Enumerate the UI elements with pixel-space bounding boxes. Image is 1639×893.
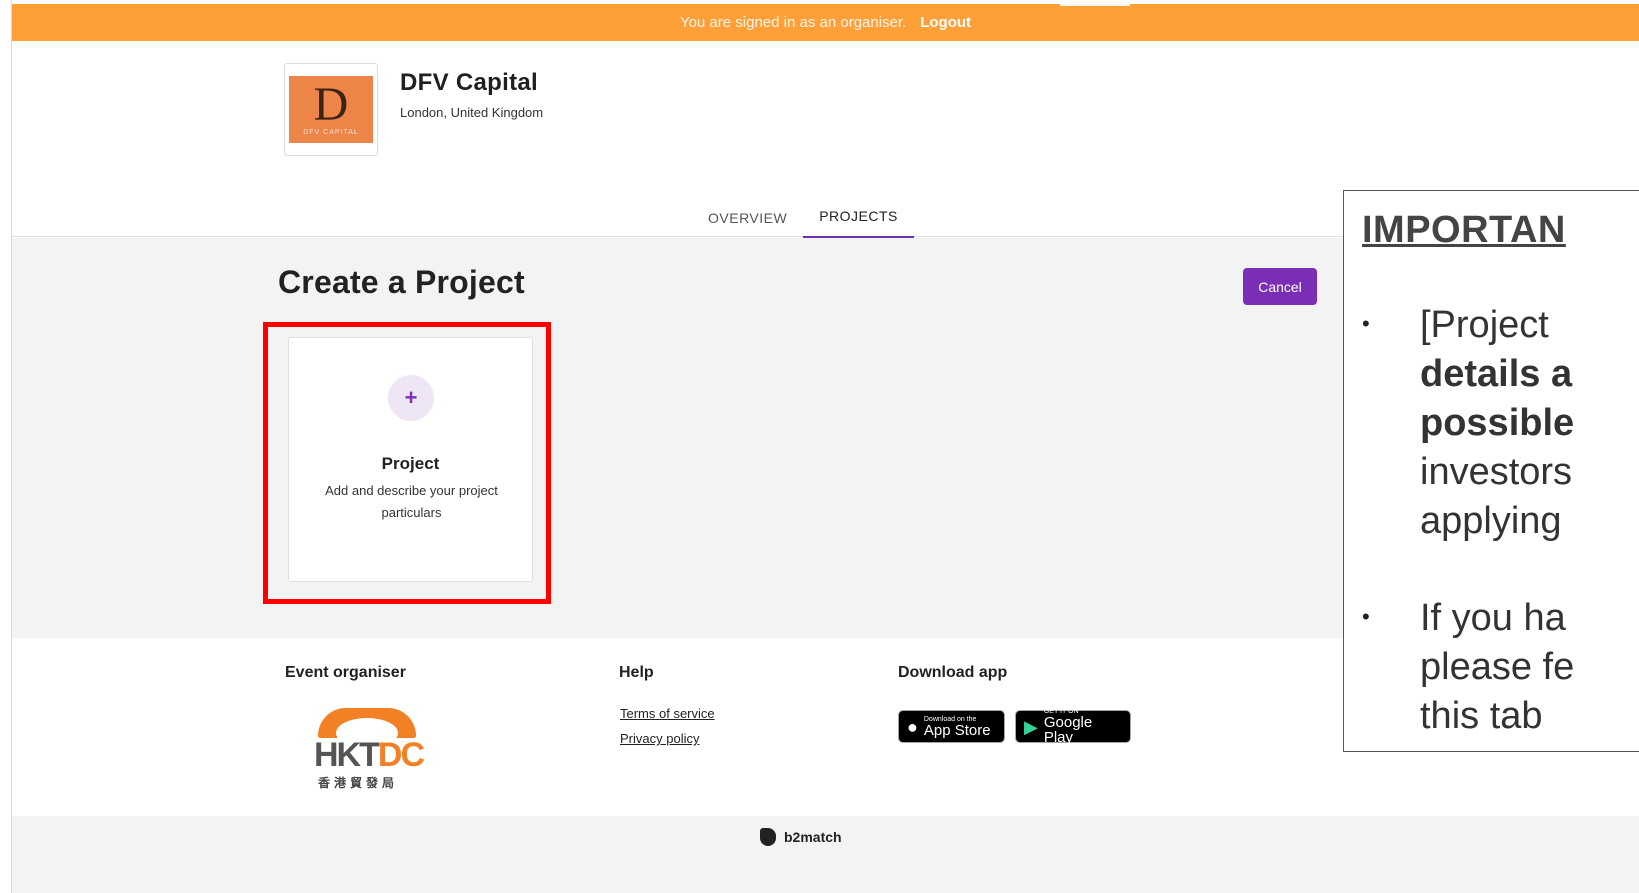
important-title: IMPORTAN — [1362, 209, 1566, 251]
hktdc-dc: DC — [377, 736, 425, 774]
footer-heading-help: Help — [619, 664, 654, 681]
company-logo-image: D DFV CAPITAL — [289, 76, 373, 143]
bullet-2-line-3: this tab — [1420, 695, 1543, 737]
organiser-banner: You are signed in as an organiser. Logou… — [12, 4, 1639, 41]
bullet-2-line-2: please fe — [1420, 646, 1575, 688]
bullet-1-marker: • — [1362, 311, 1370, 336]
bullet-1-line-1: [Project — [1420, 304, 1549, 346]
card-description: Add and describe your project particular… — [325, 483, 498, 520]
logo-letter: D — [313, 78, 349, 131]
company-logo: D DFV CAPITAL — [284, 63, 378, 156]
terms-of-service-link[interactable]: Terms of service — [620, 706, 715, 721]
b2match-label: b2match — [784, 829, 842, 845]
banner-message: You are signed in as an organiser. — [679, 14, 907, 31]
b2match-brand[interactable]: b2match — [760, 828, 842, 846]
add-project-card[interactable]: + Project Add and describe your project … — [288, 337, 533, 582]
apple-icon: ● — [907, 716, 918, 737]
bottom-bar: b2match — [12, 816, 1639, 893]
hktdc-logo: HKTDC 香港貿發局 — [314, 708, 425, 792]
footer-heading-event-organiser: Event organiser — [285, 664, 406, 681]
b2match-icon — [760, 828, 776, 846]
hktdc-swoosh-icon — [318, 708, 416, 748]
bullet-2-line-1: If you ha — [1420, 597, 1566, 639]
logout-link[interactable]: Logout — [920, 14, 971, 31]
tab-projects[interactable]: PROJECTS — [803, 201, 914, 238]
app-store-badge[interactable]: ● Download on the App Store — [898, 710, 1005, 743]
card-title: Project — [381, 454, 440, 473]
app-store-big: App Store — [923, 721, 991, 739]
cancel-button[interactable]: Cancel — [1243, 268, 1317, 305]
company-name: DFV Capital — [400, 69, 538, 96]
page-title: Create a Project — [278, 264, 525, 300]
hktdc-t: T — [359, 736, 380, 774]
google-play-big: Google Play — [1043, 714, 1093, 746]
tab-overview[interactable]: OVERVIEW — [692, 201, 803, 238]
google-play-icon: ▶ — [1024, 716, 1038, 737]
company-location: London, United Kingdom — [400, 105, 544, 120]
hktdc-chinese: 香港貿發局 — [318, 776, 399, 790]
logo-subtitle: DFV CAPITAL — [303, 129, 359, 136]
app-store-text: Download on the App Store — [924, 716, 991, 738]
bullet-1-line-4: investors — [1420, 451, 1573, 493]
bullet-1-line-2: details a — [1420, 353, 1573, 395]
bullet-1-line-5: applying — [1420, 500, 1562, 542]
hktdc-wordmark: HKTDC — [314, 736, 425, 775]
google-play-badge[interactable]: ▶ GET IT ON Google Play — [1015, 708, 1131, 745]
bullet-2-marker: • — [1362, 604, 1370, 629]
hktdc-hk: HK — [314, 736, 361, 774]
window-left-edge — [0, 0, 12, 893]
privacy-policy-link[interactable]: Privacy policy — [620, 731, 699, 746]
bullet-1-line-3: possible — [1420, 402, 1575, 444]
banner-tab-indicator — [1060, 4, 1130, 6]
profile-tabs: OVERVIEW PROJECTS — [692, 201, 914, 238]
google-play-text: GET IT ON Google Play — [1044, 708, 1122, 745]
important-note-panel: IMPORTAN • [Project details a possible i… — [1343, 190, 1639, 752]
footer-heading-download-app: Download app — [898, 664, 1008, 681]
plus-icon: + — [388, 375, 434, 421]
